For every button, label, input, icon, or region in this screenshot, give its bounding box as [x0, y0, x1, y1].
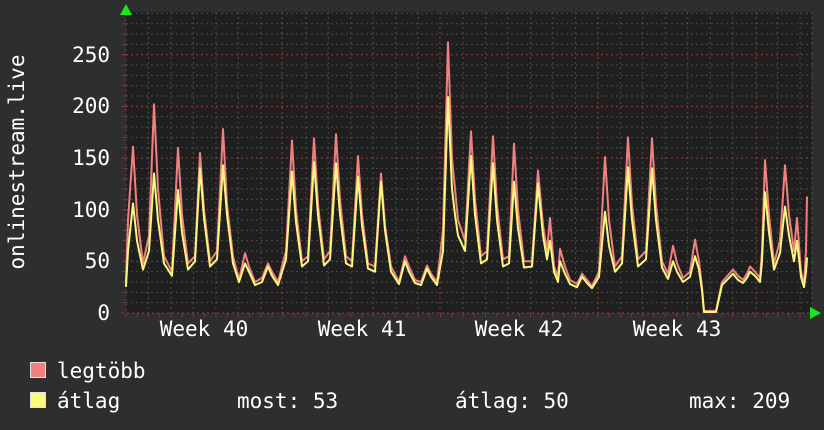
x-axis-week-label: Week 43 — [632, 317, 722, 341]
legend-swatch-atlag — [30, 392, 46, 408]
x-axis-week-label: Week 42 — [474, 317, 564, 341]
x-axis-week-label: Week 41 — [317, 317, 407, 341]
stat-atlag: átlag: 50 — [455, 389, 569, 413]
y-axis-tick-label: 50 — [84, 249, 110, 274]
y-axis-tick-label: 0 — [97, 301, 110, 325]
stat-max: max: 209 — [689, 389, 791, 413]
legend-swatch-legtobb — [30, 362, 46, 378]
y-axis-tick-label: 100 — [72, 197, 110, 222]
rrd-graph: onlinestream.live 0 50 100 150 200 250 Week 40… — [0, 0, 824, 430]
x-axis-arrow-icon — [810, 307, 821, 319]
y-axis-arrow-icon — [120, 4, 132, 15]
y-axis-tick-label: 200 — [72, 94, 110, 119]
legend-label-atlag: átlag — [57, 389, 121, 413]
x-axis-week-label: Week 40 — [159, 317, 249, 341]
stat-most: most: 53 — [237, 389, 339, 413]
y-axis-tick-label: 250 — [72, 42, 110, 67]
y-axis-tick-label: 150 — [72, 146, 110, 171]
legend-label-legtobb: legtöbb — [57, 359, 146, 383]
